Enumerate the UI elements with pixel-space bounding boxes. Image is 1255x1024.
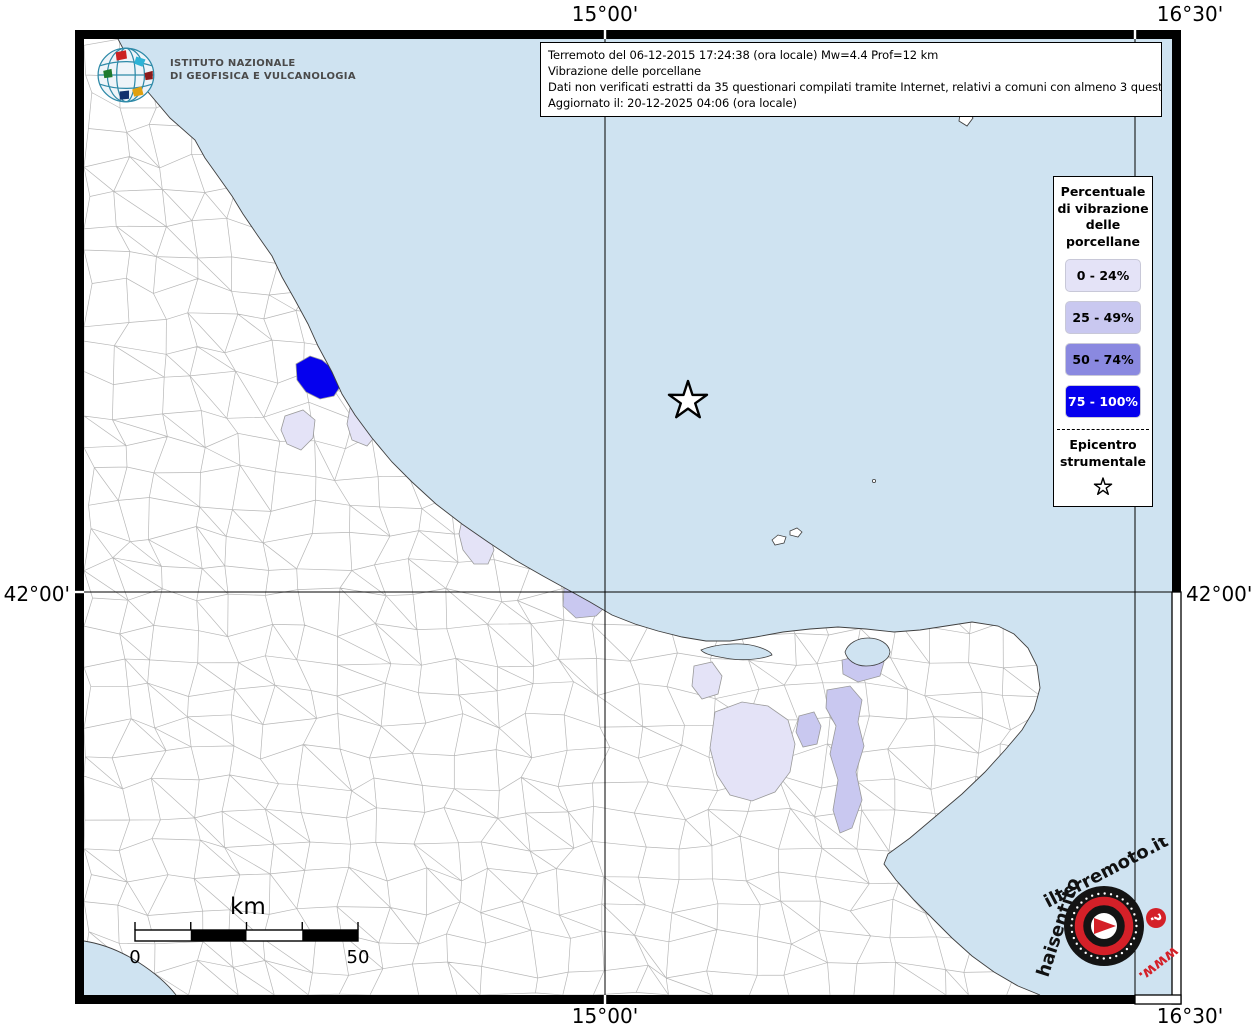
longitude-label-top-15-00: 15°00': [557, 2, 653, 26]
legend: Percentuale di vibrazione delle porcella…: [1053, 176, 1153, 507]
scale-bar-segment: [191, 930, 247, 941]
latitude-label-left-42-00: 42°00': [2, 582, 70, 606]
event-title: Terremoto del 06-12-2015 17:24:38 (ora l…: [548, 47, 1154, 63]
scale-start-label: 0: [129, 947, 140, 968]
latitude-label-right-42-00: 42°00': [1186, 582, 1254, 606]
ingv-name: ISTITUTO NAZIONALE DI GEOFISICA E VULCAN…: [170, 57, 356, 83]
legend-item-label: 50 - 74%: [1072, 352, 1133, 367]
legend-title-line: di vibrazione: [1054, 201, 1152, 218]
scale-bar-segment: [302, 930, 358, 941]
haisentitoilterremoto-logo: haisentito ilterremoto.it ? www.: [1032, 838, 1184, 996]
ingv-logo-block: ISTITUTO NAZIONALE DI GEOFISICA E VULCAN…: [95, 44, 356, 106]
ingv-name-line2: DI GEOFISICA E VULCANOLOGIA: [170, 70, 356, 83]
legend-epicenter-line: strumentale: [1054, 454, 1152, 471]
event-info-box: Terremoto del 06-12-2015 17:24:38 (ora l…: [540, 42, 1162, 117]
ingv-globe-icon: [95, 44, 161, 106]
islet: [872, 479, 875, 482]
legend-epicenter-line: Epicentro: [1054, 437, 1152, 454]
legend-title-line: porcellane: [1054, 234, 1152, 251]
ingv-name-line1: ISTITUTO NAZIONALE: [170, 57, 356, 70]
map-page: 15°00' 16°30' 15°00' 16°30' 42°00' 42°00…: [0, 0, 1255, 1024]
watermark-text-www: www.: [1135, 943, 1183, 986]
event-updated: Aggiornato il: 20-12-2025 04:06 (ora loc…: [548, 95, 1154, 111]
legend-item-75-100: 75 - 100%: [1065, 385, 1141, 418]
scale-bar: km 0 50: [118, 888, 398, 973]
legend-title: Percentuale di vibrazione delle porcella…: [1054, 184, 1152, 250]
legend-title-line: delle: [1054, 217, 1152, 234]
longitude-label-top-16-30: 16°30': [1142, 2, 1238, 26]
legend-separator: [1057, 429, 1149, 430]
legend-item-25-49: 25 - 49%: [1065, 301, 1141, 334]
epicenter-legend-icon: [1091, 474, 1115, 498]
scale-unit-label: km: [230, 894, 266, 920]
scale-ticks: [135, 922, 358, 930]
event-effect: Vibrazione delle porcellane: [548, 63, 1154, 79]
scale-end-label: 50: [347, 947, 370, 968]
legend-item-50-74: 50 - 74%: [1065, 343, 1141, 376]
legend-item-label: 25 - 49%: [1072, 310, 1133, 325]
legend-epicenter-label: Epicentro strumentale: [1054, 437, 1152, 470]
legend-item-label: 75 - 100%: [1068, 394, 1138, 409]
legend-title-line: Percentuale: [1054, 184, 1152, 201]
longitude-label-bottom-15-00: 15°00': [557, 1004, 653, 1024]
legend-item-0-24: 0 - 24%: [1065, 259, 1141, 292]
legend-item-label: 0 - 24%: [1077, 268, 1130, 283]
longitude-label-bottom-16-30: 16°30': [1142, 1004, 1238, 1024]
event-disclaimer: Dati non verificati estratti da 35 quest…: [548, 79, 1154, 95]
